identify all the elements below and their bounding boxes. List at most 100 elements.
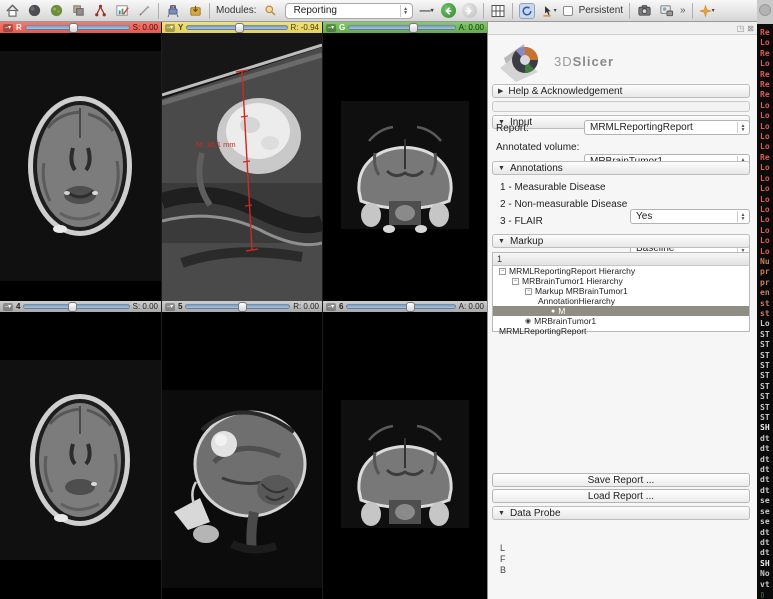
- module-search-icon[interactable]: [263, 3, 279, 19]
- tree-item-markup-tumor[interactable]: − Markup MRBrainTumor1: [493, 286, 749, 296]
- slice4-slider[interactable]: [23, 304, 129, 309]
- markups-module-icon[interactable]: [92, 3, 108, 19]
- data-probe-B: B: [500, 565, 506, 575]
- sagittal-viewport-yellow-zoomed[interactable]: M: 36.1 mm: [162, 33, 322, 301]
- terminal-log-line: Re: [760, 49, 770, 59]
- visibility-dot-icon[interactable]: ●: [551, 308, 555, 315]
- screenshot-icon[interactable]: [636, 3, 652, 19]
- terminal-log-line: dt: [760, 455, 770, 465]
- home-icon[interactable]: [4, 3, 20, 19]
- compare-slice-controller-4: –▾ 4 S: 0.00: [0, 301, 161, 312]
- help-section-header[interactable]: ▶ Help & Acknowledgement: [492, 84, 750, 98]
- slice6-slider-handle[interactable]: [406, 302, 415, 312]
- yellow-slice-menu-icon[interactable]: –▾: [165, 24, 175, 32]
- green-slice-menu-icon[interactable]: –▾: [326, 24, 336, 32]
- editor-module-icon[interactable]: [114, 3, 130, 19]
- axial-viewport-red[interactable]: [0, 33, 161, 301]
- panel-undock-icon[interactable]: ◳: [737, 24, 745, 33]
- expanded-arrow-icon: ▼: [498, 510, 505, 517]
- coronal-viewport-compare[interactable]: [323, 312, 487, 599]
- crosshair-icon[interactable]: ▾: [699, 3, 715, 19]
- tree-item-report-hierarchy[interactable]: − MRMLReportingReport Hierarchy: [493, 266, 749, 276]
- markup-column-header[interactable]: 1: [493, 253, 749, 266]
- tree-collapse-icon[interactable]: −: [499, 268, 506, 275]
- measurable-disease-combobox[interactable]: Yes ▲▼: [630, 209, 750, 224]
- terminal-log-line: No: [760, 569, 770, 579]
- expanded-arrow-icon: ▼: [498, 165, 505, 172]
- terminal-scroll-knob-icon: [759, 4, 771, 16]
- viewport-divider: [322, 22, 323, 599]
- terminal-log-line: SH: [760, 559, 770, 569]
- extensions-robot-icon[interactable]: [165, 3, 181, 19]
- markup-tree-view: 1 − MRMLReportingReport Hierarchy − MRBr…: [492, 252, 750, 332]
- tree-item-measurement-selected[interactable]: ● M: [493, 306, 749, 316]
- red-slider-handle[interactable]: [69, 23, 78, 33]
- slicer-application: Modules: Reporting ▲▼ —▾ ▾ Persiste: [0, 0, 773, 599]
- report-combobox[interactable]: MRMLReportingReport ▲▼: [584, 120, 750, 135]
- persistent-checkbox[interactable]: [563, 6, 573, 16]
- red-slice-menu-icon[interactable]: –▾: [3, 24, 13, 32]
- mouse-mode-icon[interactable]: ▾: [541, 3, 557, 19]
- terminal-log-line: pr: [760, 278, 770, 288]
- models-module-icon[interactable]: [26, 3, 42, 19]
- yellow-slice-slider[interactable]: [186, 25, 287, 30]
- annotations-section-header[interactable]: ▼ Annotations: [492, 161, 750, 175]
- save-report-button[interactable]: Save Report ...: [492, 473, 750, 487]
- load-report-button[interactable]: Load Report ...: [492, 489, 750, 503]
- yellow-slice-label: Y: [178, 23, 183, 32]
- module-selector-combobox[interactable]: Reporting ▲▼: [285, 3, 413, 19]
- yellow-slice-controller: –▾ Y R: -0.94: [162, 22, 322, 33]
- slice4-slider-handle[interactable]: [68, 302, 77, 312]
- slice4-menu-icon[interactable]: –▾: [3, 303, 13, 311]
- tree-collapse-icon[interactable]: −: [512, 278, 519, 285]
- volumes-module-icon[interactable]: [48, 3, 64, 19]
- tree-item-report-node[interactable]: MRMLReportingReport: [493, 326, 749, 336]
- terminal-log-line: ST: [760, 403, 770, 413]
- terminal-log-line: Lo: [760, 122, 770, 132]
- terminal-log-line: Lo: [760, 163, 770, 173]
- data-module-icon[interactable]: [70, 3, 86, 19]
- tree-collapse-icon[interactable]: −: [525, 288, 532, 295]
- module-back-button[interactable]: [441, 3, 456, 18]
- terminal-log-line: ST: [760, 371, 770, 381]
- terminal-log-line: dt: [760, 528, 770, 538]
- slice6-slider[interactable]: [346, 304, 455, 309]
- tree-item-tumor-hierarchy[interactable]: − MRBrainTumor1 Hierarchy: [493, 276, 749, 286]
- slice5-slider[interactable]: [185, 304, 290, 309]
- red-slice-slider[interactable]: [25, 25, 130, 30]
- tree-item-annotation-hierarchy[interactable]: AnnotationHierarchy: [493, 296, 749, 306]
- green-slice-slider[interactable]: [348, 25, 455, 30]
- collapsed-arrow-icon: ▶: [498, 87, 503, 95]
- axial-viewport-compare[interactable]: [0, 312, 161, 599]
- help-section-label: Help & Acknowledgement: [508, 86, 622, 97]
- annotations-pen-icon[interactable]: [136, 3, 152, 19]
- layout-selector-icon[interactable]: [490, 3, 506, 19]
- eye-visibility-icon[interactable]: ◉: [525, 317, 531, 325]
- module-history-icon[interactable]: —▾: [419, 3, 435, 19]
- module-forward-button[interactable]: [462, 3, 477, 18]
- slice5-slider-handle[interactable]: [238, 302, 247, 312]
- slicer-logo-text: 3DSlicer: [554, 54, 614, 69]
- slice6-menu-icon[interactable]: –▾: [326, 303, 336, 311]
- terminal-log-line: dt: [760, 444, 770, 454]
- sagittal-viewport-compare[interactable]: [162, 312, 322, 599]
- terminal-log-line: dt: [760, 465, 770, 475]
- panel-close-icon[interactable]: ⊠: [747, 24, 754, 33]
- toolbar-separator: [158, 3, 159, 19]
- toolbar-overflow-chevron[interactable]: »: [680, 5, 686, 16]
- green-slider-handle[interactable]: [409, 23, 418, 33]
- rotate-mode-icon[interactable]: [519, 3, 535, 19]
- tree-item-tumor-volume[interactable]: ◉ MRBrainTumor1: [493, 316, 749, 326]
- markup-section-header[interactable]: ▼ Markup: [492, 234, 750, 248]
- module-panel: ◳ ⊠ 3DSlicer ▶ Help & Acknowledgement ▼ …: [487, 22, 757, 599]
- data-probe-L: L: [500, 543, 505, 553]
- terminal-log-line: dt: [760, 548, 770, 558]
- save-scene-icon[interactable]: [187, 3, 203, 19]
- terminal-window-edge[interactable]: ReLoReLoReReReLoLoLoLoLoReLoLoLoLoLoLoLo…: [757, 0, 773, 599]
- ruler-measurement-label[interactable]: M: 36.1 mm: [196, 140, 236, 149]
- coronal-viewport-green[interactable]: [323, 33, 487, 301]
- yellow-slider-handle[interactable]: [235, 23, 244, 33]
- scene-view-icon[interactable]: [658, 3, 674, 19]
- data-probe-section-header[interactable]: ▼ Data Probe: [492, 506, 750, 520]
- slice5-menu-icon[interactable]: –▾: [165, 303, 175, 311]
